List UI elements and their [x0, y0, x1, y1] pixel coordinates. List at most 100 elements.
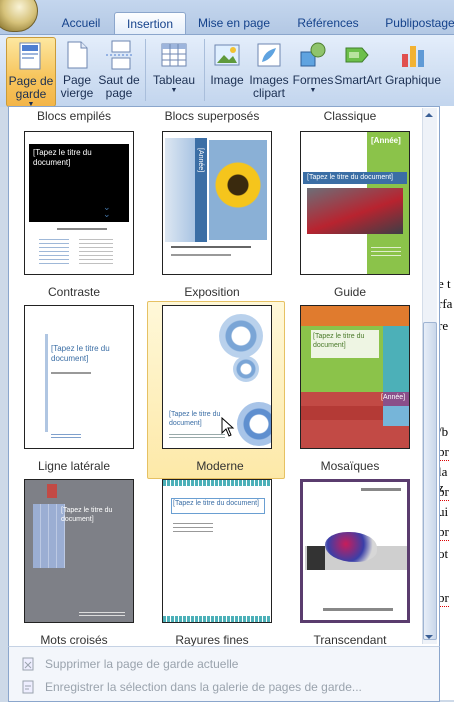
page-break-label-1: Saut de — [98, 73, 140, 87]
scrollbar-thumb[interactable] — [423, 322, 437, 640]
mosaic-tile — [301, 306, 409, 326]
cover-thumbnail-rayures-fines[interactable]: [Tapez le titre du document] — [162, 479, 272, 623]
remove-cover-page-menu-item[interactable]: Supprimer la page de garde actuelle — [45, 657, 238, 671]
text-block — [169, 432, 225, 440]
table-icon — [159, 40, 189, 70]
page-break-icon — [104, 40, 134, 70]
cover-title-placeholder: [Tapez le titre du document] — [61, 507, 113, 523]
cover-thumbnail-exposition[interactable]: [Année] — [162, 131, 272, 275]
text-line — [171, 254, 231, 256]
ribbon-tab-bar: Accueil Insertion Mise en page Référence… — [0, 0, 454, 35]
ribbon-separator — [204, 39, 205, 101]
text-block — [39, 236, 69, 266]
stripe-band — [163, 616, 271, 622]
scroll-down-arrow-icon[interactable] — [422, 630, 436, 644]
cover-page-button[interactable]: Page de garde ▼ — [6, 37, 56, 108]
mouse-cursor-icon — [221, 416, 235, 440]
gallery-item-label[interactable]: Contraste — [9, 285, 139, 299]
page-break-label-2: page — [105, 86, 133, 100]
text-line — [171, 246, 251, 248]
blank-page-label-1: Page — [62, 73, 92, 87]
shapes-icon — [298, 40, 328, 70]
document-fragment: rfa — [438, 296, 453, 311]
text-line — [57, 228, 107, 230]
gallery-item-label[interactable]: Mots croisés — [9, 633, 139, 647]
cover-thumbnail-guide[interactable]: [Année] [Tapez le titre du document] — [300, 131, 410, 275]
chevron-down-icon: ⌄ ⌄ — [103, 202, 111, 219]
picture-icon — [212, 40, 242, 70]
gallery-footer-menu: Supprimer la page de garde actuelle Enre… — [8, 646, 440, 702]
cover-thumbnail-transcendant[interactable] — [300, 479, 410, 623]
tab-publipostage[interactable]: Publipostage — [378, 12, 454, 34]
cover-page-label-2: garde — [15, 87, 47, 101]
cover-title-placeholder: [Tapez le titre du document] — [51, 344, 110, 363]
text-line — [323, 608, 393, 611]
text-block — [79, 236, 113, 264]
gallery-item-label[interactable]: Transcendant — [285, 633, 415, 647]
remove-page-icon — [21, 657, 35, 671]
tab-references[interactable]: Références — [288, 12, 368, 34]
train-image — [307, 188, 403, 234]
image-button[interactable]: Image — [208, 37, 246, 105]
smartart-label: SmartArt — [334, 73, 382, 87]
gallery-item-label[interactable]: Blocs superposés — [147, 109, 277, 123]
side-band — [165, 138, 195, 242]
gallery-item-label[interactable]: Ligne latérale — [9, 459, 139, 473]
tab-accueil[interactable]: Accueil — [52, 12, 110, 34]
clipart-button[interactable]: Images clipart — [248, 37, 290, 105]
document-area — [438, 106, 454, 700]
cover-page-gallery: Blocs empilés Blocs superposés Classique… — [8, 106, 440, 648]
gallery-item-label[interactable]: Exposition — [147, 285, 277, 299]
red-tab — [47, 484, 57, 498]
dropdown-arrow-icon: ▼ — [309, 87, 317, 94]
text-block — [51, 432, 81, 438]
side-line — [45, 334, 48, 432]
chart-button[interactable]: Graphique — [384, 37, 442, 105]
sunflower-image — [209, 140, 267, 240]
gallery-item-label[interactable]: Moderne — [155, 459, 285, 473]
gallery-item-label[interactable]: Mosaïques — [285, 459, 415, 473]
cover-page-label-1: Page de — [8, 74, 54, 88]
dark-tab — [307, 546, 325, 570]
cover-year-placeholder: [Année] — [371, 136, 401, 145]
gallery-item-label[interactable]: Rayures fines — [147, 633, 277, 647]
shapes-button[interactable]: Formes ▼ — [292, 37, 334, 105]
cover-title-placeholder: [Tapez le titre du document] — [313, 333, 365, 349]
save-selection-menu-item[interactable]: Enregistrer la sélection dans la galerie… — [45, 680, 362, 694]
clipart-label-1: Images — [249, 73, 289, 87]
tab-mise-en-page[interactable]: Mise en page — [190, 12, 278, 34]
cover-thumbnail-moderne[interactable]: [Tapez le titre du document] — [162, 305, 272, 449]
text-block — [173, 520, 213, 534]
cover-thumbnail-contraste[interactable]: [Tapez le titre du document] ⌄ ⌄ — [24, 131, 134, 275]
scroll-up-arrow-icon[interactable] — [422, 108, 436, 122]
cover-thumbnail-ligne-laterale[interactable]: [Tapez le titre du document] — [24, 305, 134, 449]
blank-page-label-2: vierge — [60, 86, 94, 100]
blank-page-button[interactable]: Page vierge — [58, 37, 96, 105]
stripe-band — [163, 480, 271, 486]
blank-page-icon — [62, 40, 92, 70]
clipart-icon — [254, 40, 284, 70]
gallery-item-label[interactable]: Guide — [285, 285, 415, 299]
gallery-item-label[interactable]: Blocs empilés — [9, 109, 139, 123]
table-button[interactable]: Tableau ▼ — [150, 37, 198, 105]
mosaic-tile — [383, 406, 409, 426]
page-break-button[interactable]: Saut de page — [98, 37, 140, 105]
image-label: Image — [210, 73, 244, 87]
ribbon: Page de garde ▼ Page vierge Saut de page… — [0, 34, 454, 108]
ribbon-separator — [145, 39, 146, 101]
chart-label: Graphique — [384, 73, 442, 87]
cover-thumbnail-mosaiques[interactable]: [Tapez le titre du document] [Année] — [300, 305, 410, 449]
gallery-item-label[interactable]: Classique — [285, 109, 415, 123]
mosaic-tile — [383, 326, 409, 392]
office-button[interactable] — [0, 0, 38, 32]
cover-title-placeholder: [Tapez le titre du document] — [33, 148, 92, 167]
cover-year-placeholder: [Année] — [197, 148, 204, 173]
cover-thumbnail-mots-croises[interactable]: [Tapez le titre du document] — [24, 479, 134, 623]
cover-page-icon — [16, 41, 46, 71]
dropdown-arrow-icon: ▼ — [170, 87, 178, 94]
smartart-button[interactable]: SmartArt — [334, 37, 382, 105]
cover-title-placeholder: [Tapez le titre du document] — [307, 174, 393, 181]
text-block — [371, 244, 401, 258]
tab-insertion[interactable]: Insertion — [114, 12, 186, 35]
circle-decoration — [233, 356, 259, 382]
